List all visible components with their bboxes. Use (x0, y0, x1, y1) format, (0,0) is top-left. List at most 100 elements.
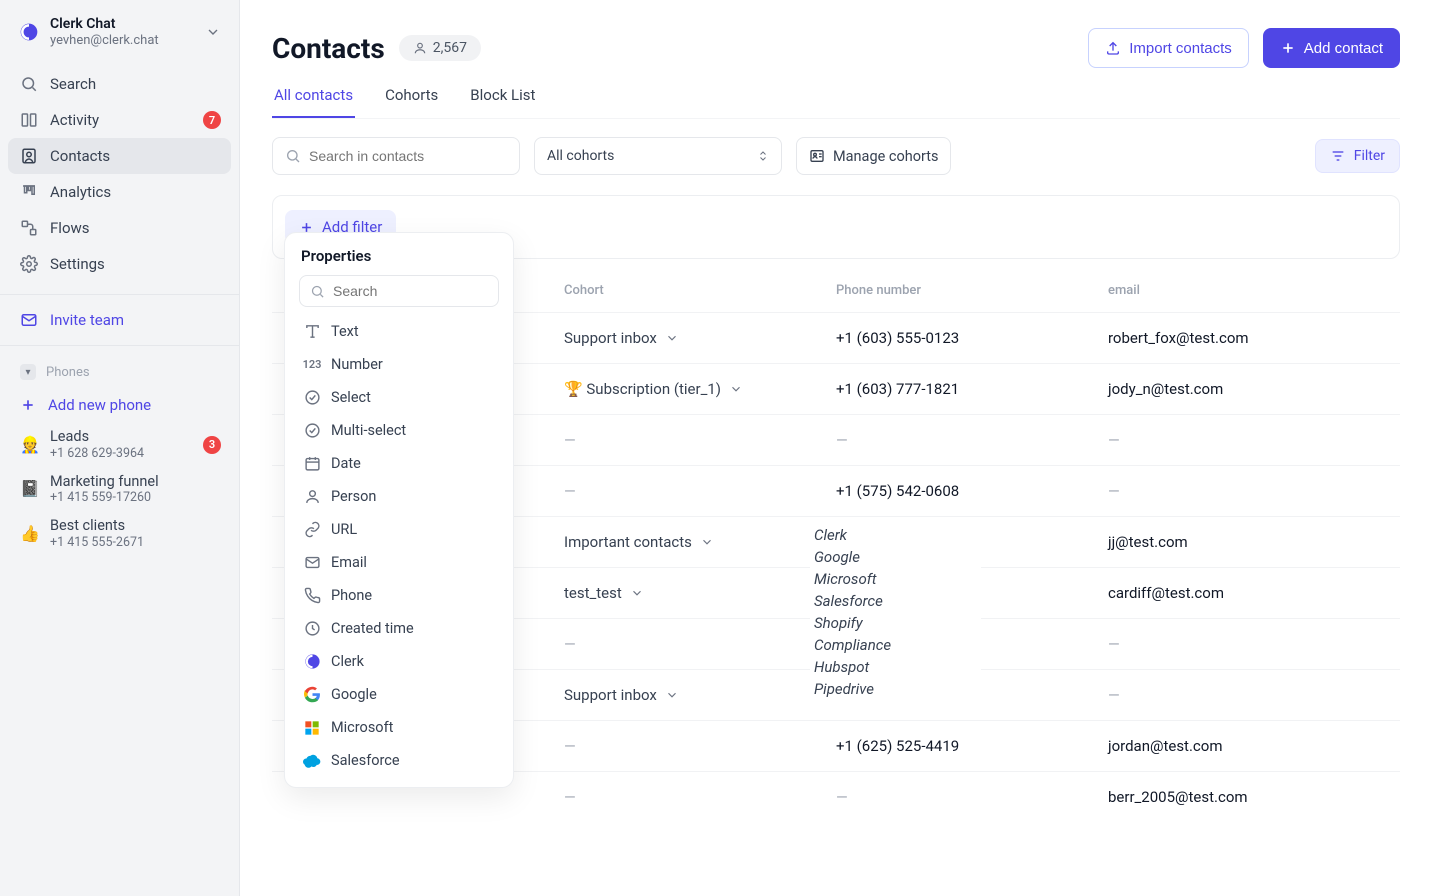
property-option[interactable]: Multi-select (295, 414, 503, 447)
phone-value: +1 (575) 542-0608 (836, 482, 959, 500)
email-value: jody_n@test.com (1108, 380, 1223, 398)
phone-emoji-icon: 📓 (20, 479, 38, 498)
add-label: Add contact (1304, 40, 1383, 57)
invite-icon (20, 311, 38, 329)
phones-header[interactable]: ▾ Phones (8, 356, 231, 388)
tabs: All contacts Cohorts Block List (272, 86, 1400, 119)
contact-count-pill: 2,567 (399, 35, 481, 61)
tab-block-list[interactable]: Block List (468, 86, 537, 118)
property-option[interactable]: Salesforce (295, 744, 503, 777)
nav-search[interactable]: Search (8, 66, 231, 102)
divider (0, 345, 239, 346)
nav-contacts[interactable]: Contacts (8, 138, 231, 174)
cohort-select[interactable]: All cohorts (534, 137, 782, 175)
empty-value: — (564, 482, 576, 500)
email-value: berr_2005@test.com (1108, 788, 1248, 806)
microsoft-icon (303, 720, 321, 736)
property-option[interactable]: Date (295, 447, 503, 480)
upload-icon (1105, 40, 1121, 56)
empty-value: — (564, 431, 576, 449)
nav-label: Settings (50, 255, 105, 273)
phone-item[interactable]: 👍 Best clients +1 415 555-2671 (8, 511, 231, 555)
empty-value: — (836, 431, 848, 449)
tooltip-item: Hubspot (814, 658, 891, 676)
date-icon (303, 455, 321, 472)
filter-icon (1330, 148, 1346, 164)
cohort-cell[interactable]: test_test (564, 584, 812, 602)
empty-value: — (564, 737, 576, 755)
workspace-switcher[interactable]: Clerk Chat yevhen@clerk.chat (0, 0, 239, 60)
property-option[interactable]: Select (295, 381, 503, 414)
property-option[interactable]: Created time (295, 612, 503, 645)
phone-icon (303, 587, 321, 604)
empty-value: — (1108, 635, 1120, 653)
tab-all-contacts[interactable]: All contacts (272, 86, 355, 118)
property-label: Number (331, 356, 383, 373)
property-option[interactable]: Text (295, 315, 503, 348)
nav-settings[interactable]: Settings (8, 246, 231, 282)
property-option[interactable]: 123Number (295, 348, 503, 381)
tooltip-item: Compliance (814, 636, 891, 654)
email-value: robert_fox@test.com (1108, 329, 1249, 347)
col-phone[interactable]: Phone number (824, 269, 1096, 313)
plus-icon (1280, 40, 1296, 56)
flows-icon (20, 219, 38, 237)
properties-popover: Properties Text123Number Select Multi-sele… (284, 232, 514, 788)
email-value: cardiff@test.com (1108, 584, 1224, 602)
property-option[interactable]: Clerk (295, 645, 503, 678)
tooltip-item: Google (814, 548, 891, 566)
property-option[interactable]: Google (295, 678, 503, 711)
nav-flows[interactable]: Flows (8, 210, 231, 246)
cohort-cell[interactable]: Support inbox (564, 686, 812, 704)
tooltip-item: Salesforce (814, 592, 891, 610)
select-arrows-icon (757, 149, 769, 163)
properties-search-field[interactable] (333, 283, 488, 299)
search-contacts-field[interactable] (309, 148, 507, 164)
contact-card-icon (809, 148, 825, 164)
tab-cohorts[interactable]: Cohorts (383, 86, 440, 118)
filter-button[interactable]: Filter (1315, 139, 1400, 173)
nav-label: Contacts (50, 147, 110, 165)
col-email[interactable]: email (1096, 269, 1400, 313)
sidebar: Clerk Chat yevhen@clerk.chat Search Acti… (0, 0, 240, 896)
search-contacts-input[interactable] (272, 137, 520, 175)
col-cohort[interactable]: Cohort (552, 269, 824, 313)
phone-emoji-icon: 👍 (20, 524, 38, 543)
salesforce-icon (303, 754, 321, 768)
phone-number: +1 415 559-17260 (50, 490, 159, 505)
cohort-cell[interactable]: 🏆 Subscription (tier_1) (564, 380, 812, 398)
workspace-email: yevhen@clerk.chat (50, 33, 195, 49)
popover-title: Properties (295, 247, 503, 275)
property-option[interactable]: Microsoft (295, 711, 503, 744)
add-contact-button[interactable]: Add contact (1263, 28, 1400, 68)
expand-icon: ▾ (20, 364, 36, 380)
property-label: Clerk (331, 653, 364, 670)
manage-cohorts-button[interactable]: Manage cohorts (796, 137, 951, 175)
chevron-down-icon (630, 586, 644, 600)
cohort-cell[interactable]: Support inbox (564, 329, 812, 347)
tooltip-item: Shopify (814, 614, 891, 632)
property-option[interactable]: Email (295, 546, 503, 579)
properties-search[interactable] (299, 275, 499, 307)
search-icon (20, 75, 38, 93)
property-option[interactable]: URL (295, 513, 503, 546)
phone-item[interactable]: 👷 Leads +1 628 629-3964 3 (8, 422, 231, 466)
property-option[interactable]: Person (295, 480, 503, 513)
nav-analytics[interactable]: Analytics (8, 174, 231, 210)
phone-item[interactable]: 📓 Marketing funnel +1 415 559-17260 (8, 467, 231, 511)
property-option[interactable]: Phone (295, 579, 503, 612)
property-label: Select (331, 389, 371, 406)
tooltip-item: Clerk (814, 526, 891, 544)
cohort-cell[interactable]: Important contacts (564, 533, 812, 551)
nav-label: Search (50, 75, 96, 93)
nav-label: Analytics (50, 183, 111, 201)
nav-activity[interactable]: Activity 7 (8, 102, 231, 138)
email-value: jj@test.com (1108, 533, 1188, 551)
import-contacts-button[interactable]: Import contacts (1088, 28, 1249, 68)
invite-team[interactable]: Invite team (0, 301, 239, 339)
empty-value: — (1108, 686, 1120, 704)
select-icon (303, 389, 321, 406)
add-phone-button[interactable]: Add new phone (8, 388, 231, 422)
search-icon (285, 148, 301, 164)
phone-name: Marketing funnel (50, 473, 159, 490)
